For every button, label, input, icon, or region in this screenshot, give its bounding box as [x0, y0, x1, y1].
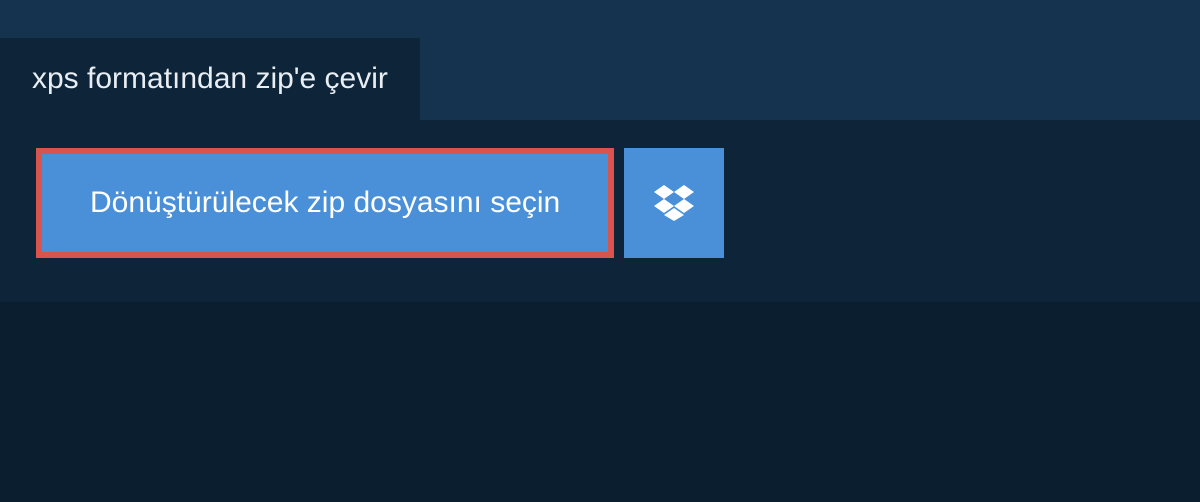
- dropbox-icon: [654, 185, 694, 221]
- main-panel: Dönüştürülecek zip dosyasını seçin: [0, 120, 1200, 302]
- bottom-area: [0, 302, 1200, 502]
- select-file-button[interactable]: Dönüştürülecek zip dosyasını seçin: [36, 148, 614, 258]
- tab-header: xps formatından zip'e çevir: [0, 38, 420, 120]
- select-file-label: Dönüştürülecek zip dosyasını seçin: [90, 186, 560, 220]
- page-title: xps formatından zip'e çevir: [32, 62, 388, 96]
- dropbox-button[interactable]: [624, 148, 724, 258]
- button-row: Dönüştürülecek zip dosyasını seçin: [36, 148, 1164, 258]
